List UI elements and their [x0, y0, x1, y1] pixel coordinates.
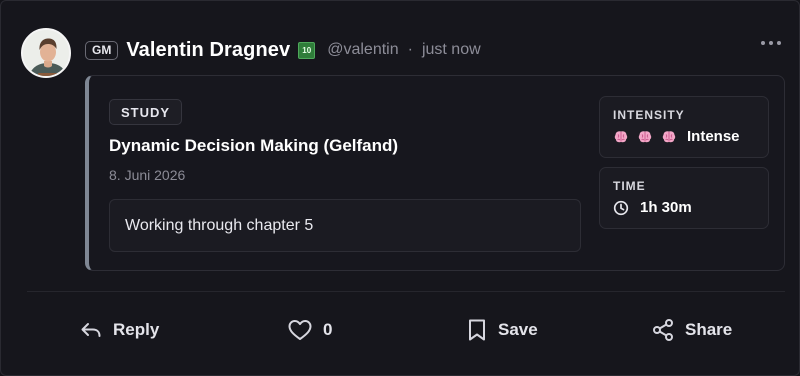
- bookmark-icon: [469, 319, 485, 341]
- save-label: Save: [498, 320, 538, 339]
- save-button[interactable]: Save: [466, 311, 538, 349]
- activity-type-tag: STUDY: [109, 99, 183, 125]
- time-stat: TIME 1h 30m: [599, 167, 769, 229]
- level-badge: 10: [298, 41, 316, 59]
- activity-post-card: GM Valentin Dragnev 10 @valentin · just …: [0, 0, 800, 376]
- like-button[interactable]: 0: [287, 311, 332, 349]
- post-actions: Reply 0 Save Share: [1, 311, 800, 349]
- activity-panel: STUDY Dynamic Decision Making (Gelfand) …: [85, 75, 785, 271]
- share-icon: [653, 319, 673, 341]
- more-options-button[interactable]: [761, 39, 783, 47]
- time-value: 1h 30m: [640, 199, 692, 216]
- reply-icon: [81, 323, 101, 337]
- time-label: TIME: [613, 179, 646, 193]
- share-button[interactable]: Share: [651, 311, 732, 349]
- activity-note: Working through chapter 5: [109, 199, 581, 252]
- role-badge: GM: [85, 40, 119, 60]
- brain-icon: [662, 130, 676, 142]
- post-timestamp: just now: [421, 41, 481, 58]
- more-dot-icon: [769, 41, 773, 45]
- divider: [27, 291, 785, 292]
- more-dot-icon: [777, 41, 781, 45]
- separator-dot: ·: [407, 41, 413, 58]
- more-dot-icon: [761, 41, 765, 45]
- intensity-stat: INTENSITY Intense: [599, 96, 769, 158]
- activity-date: 8. Juni 2026: [109, 167, 186, 183]
- reply-label: Reply: [113, 320, 160, 339]
- avatar[interactable]: [21, 28, 71, 78]
- heart-icon: [288, 320, 312, 340]
- brain-icon: [614, 130, 628, 142]
- brain-icon: [638, 130, 652, 142]
- reply-button[interactable]: Reply: [79, 311, 159, 349]
- post-header: GM Valentin Dragnev 10 @valentin · just …: [85, 39, 481, 61]
- share-label: Share: [685, 320, 733, 339]
- author-name[interactable]: Valentin Dragnev: [126, 39, 290, 62]
- intensity-label: INTENSITY: [613, 108, 685, 122]
- intensity-value: Intense: [687, 128, 740, 145]
- author-handle[interactable]: @valentin: [327, 41, 398, 59]
- activity-title: Dynamic Decision Making (Gelfand): [109, 136, 399, 155]
- like-count: 0: [323, 320, 333, 339]
- clock-icon: [613, 200, 629, 215]
